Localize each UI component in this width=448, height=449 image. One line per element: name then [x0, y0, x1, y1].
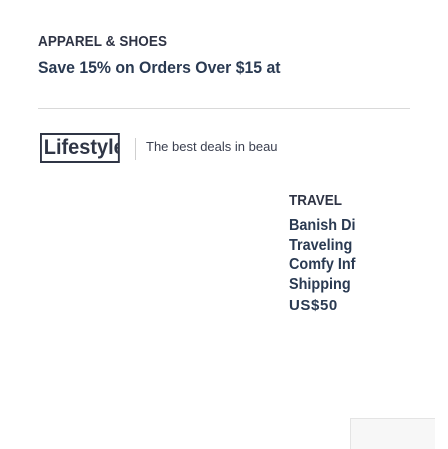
deal-card[interactable]: TRAVEL Banish Di Traveling Comfy Inf Shi… [289, 186, 410, 366]
deal-card-title-line: Comfy Inf [289, 256, 356, 273]
deal-card-category: TRAVEL [289, 193, 342, 209]
promo-headline[interactable]: Save 15% on Orders Over $15 at [38, 58, 281, 78]
logo-separator [135, 138, 136, 160]
deal-card-price: US$50 [289, 297, 338, 314]
brand-tagline: The best deals in beau [146, 139, 278, 154]
deal-card-title-line: Traveling [289, 236, 353, 254]
deal-card-title-line: Shipping [289, 275, 351, 293]
promo-category: APPAREL & SHOES [38, 34, 168, 50]
lifestyle-logo[interactable]: Lifestyle [40, 133, 120, 163]
bottom-panel [350, 418, 435, 449]
deal-card-title[interactable]: Banish Di Traveling Comfy Inf Shipping [289, 216, 402, 294]
deal-card-title-line: Banish Di [289, 217, 356, 234]
section-divider [38, 108, 410, 109]
